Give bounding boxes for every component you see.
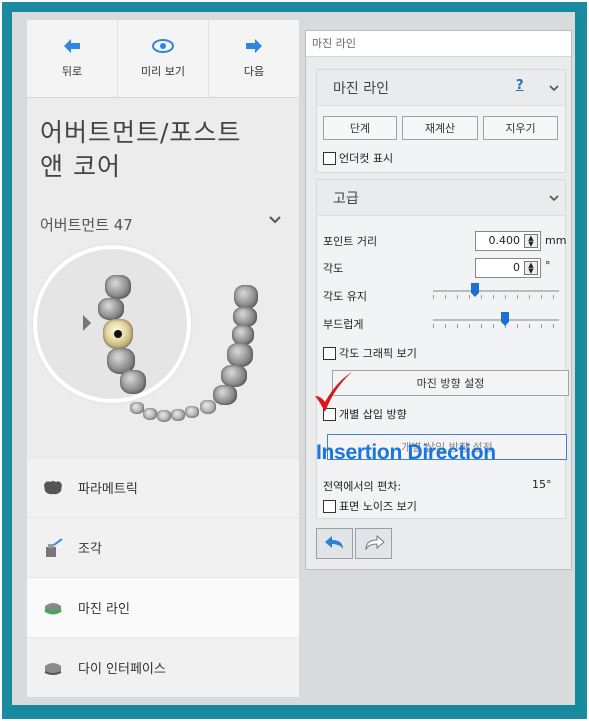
step-button[interactable]: 단계 xyxy=(323,116,397,140)
menu-item-die-interface[interactable]: 다이 인터페이스 xyxy=(27,637,299,697)
surface-noise-label: 표면 노이즈 보기 xyxy=(339,500,417,513)
menu-item-parametric[interactable]: 파라메트릭 xyxy=(27,457,299,517)
page-title-line1: 어버트먼트/포스트 xyxy=(40,118,242,147)
chevron-down-icon[interactable] xyxy=(269,215,281,225)
keep-angle-label: 각도 유지 xyxy=(323,290,367,303)
tooth[interactable] xyxy=(200,400,216,414)
point-distance-value: 0.400 xyxy=(488,234,521,247)
smooth-slider[interactable] xyxy=(433,312,559,330)
menu-item-label: 파라메트릭 xyxy=(78,482,138,497)
redo-button[interactable] xyxy=(355,528,392,559)
tooth[interactable] xyxy=(105,275,131,299)
chevron-down-icon[interactable] xyxy=(549,83,559,93)
point-distance-unit: mm xyxy=(545,234,567,247)
menu-item-label: 마진 라인 xyxy=(78,602,130,617)
selection-pointer-icon xyxy=(83,315,91,331)
tooth[interactable] xyxy=(143,408,157,420)
tooth-chart xyxy=(27,245,299,445)
margin-line-icon xyxy=(44,602,62,614)
undercut-label: 언더컷 표시 xyxy=(339,152,394,165)
margin-group-title: 마진 라인 xyxy=(333,80,389,97)
back-label: 뒤로 xyxy=(61,64,83,78)
arrow-right-icon xyxy=(246,38,262,53)
angle-label: 각도 xyxy=(323,262,344,275)
global-deviation-label: 전역에서의 편차: xyxy=(323,480,402,493)
menu-item-label: 다이 인터페이스 xyxy=(78,662,166,677)
next-label: 다음 xyxy=(243,64,265,78)
undo-redo-bar xyxy=(316,528,392,559)
page-title-line2: 앤 코어 xyxy=(40,152,121,181)
left-panel: 뒤로 미리 보기 다음 어버트먼트/포스트 앤 코어 어버트먼트 47 파라메트… xyxy=(27,20,299,697)
arrow-left-icon xyxy=(64,38,80,53)
chevron-down-icon[interactable] xyxy=(549,193,559,203)
slider-track xyxy=(433,319,559,321)
advanced-group-title: 고급 xyxy=(333,190,359,207)
spinner-icon[interactable]: ▲ ▼ xyxy=(524,234,538,248)
slider-track xyxy=(433,290,559,292)
menu-item-sculpt[interactable]: 조각 xyxy=(27,517,299,577)
clear-button[interactable]: 지우기 xyxy=(483,116,558,140)
redo-icon xyxy=(364,534,385,551)
nav-bar: 뒤로 미리 보기 다음 xyxy=(27,20,299,98)
advanced-group-header[interactable]: 고급 xyxy=(317,180,565,216)
page-title: 어버트먼트/포스트 앤 코어 xyxy=(40,116,290,184)
spinner-icon[interactable]: ▲ ▼ xyxy=(524,261,538,275)
red-checkmark-icon xyxy=(315,372,352,412)
tooth[interactable] xyxy=(157,410,171,422)
global-deviation-value: 15° xyxy=(532,478,552,491)
margin-line-dialog: 마진 라인 마진 라인 ? 단계 재계산 지우기 언더컷 표시 고급 포인트 거… xyxy=(305,30,572,570)
preview-button[interactable]: 미리 보기 xyxy=(118,20,209,97)
slider-ticks xyxy=(433,324,559,328)
undo-button[interactable] xyxy=(316,528,353,559)
sculpt-tool-icon xyxy=(46,537,63,557)
angle-value: 0 xyxy=(513,261,520,274)
tooth[interactable] xyxy=(130,402,144,414)
menu-item-margin-line[interactable]: 마진 라인 xyxy=(27,577,299,637)
slider-ticks xyxy=(433,295,559,299)
smooth-label: 부드럽게 xyxy=(323,318,364,331)
point-distance-input[interactable]: 0.400 ▲ ▼ xyxy=(475,231,541,251)
checkbox-box[interactable] xyxy=(323,346,336,360)
tooth[interactable] xyxy=(233,307,257,327)
menu-item-label: 조각 xyxy=(78,542,102,557)
undercut-checkbox[interactable]: 언더컷 표시 xyxy=(323,150,393,166)
angle-unit: ° xyxy=(545,259,551,272)
undo-icon xyxy=(324,535,343,549)
next-button[interactable]: 다음 xyxy=(209,20,299,97)
tooth[interactable] xyxy=(227,343,253,367)
dialog-title: 마진 라인 xyxy=(306,31,571,57)
eye-icon xyxy=(152,38,174,53)
checkbox-box[interactable] xyxy=(323,151,336,165)
tooth[interactable] xyxy=(171,409,185,421)
advanced-group: 고급 포인트 거리 0.400 ▲ ▼ mm 각도 0 ▲ ▼ ° 각도 유지 부드… xyxy=(316,179,569,519)
angle-graphic-label: 각도 그래픽 보기 xyxy=(339,347,417,360)
keep-angle-slider[interactable] xyxy=(433,283,559,301)
back-button[interactable]: 뒤로 xyxy=(27,20,118,97)
surface-noise-checkbox[interactable]: 표면 노이즈 보기 xyxy=(323,498,417,514)
margin-group-header[interactable]: 마진 라인 ? xyxy=(317,70,565,106)
tooth-crown-icon xyxy=(44,480,62,494)
die-interface-icon xyxy=(44,662,62,675)
abutment-section-label[interactable]: 어버트먼트 47 xyxy=(40,214,133,235)
preview-label: 미리 보기 xyxy=(141,64,185,78)
angle-input[interactable]: 0 ▲ ▼ xyxy=(475,258,541,278)
margin-line-group: 마진 라인 ? 단계 재계산 지우기 언더컷 표시 xyxy=(316,69,566,173)
tooth[interactable] xyxy=(234,285,258,309)
selected-tooth-dot xyxy=(114,330,122,338)
angle-graphic-checkbox[interactable]: 각도 그래픽 보기 xyxy=(323,345,417,361)
tooth[interactable] xyxy=(221,365,247,387)
tooth[interactable] xyxy=(98,298,124,320)
insertion-direction-annotation: Insertion Direction xyxy=(316,441,496,464)
tooth[interactable] xyxy=(185,406,199,418)
help-link[interactable]: ? xyxy=(516,78,524,93)
set-margin-direction-button[interactable]: 마진 방향 설정 xyxy=(332,370,569,396)
workflow-menu: 파라메트릭 조각 마진 라인 다이 인터페이스 xyxy=(27,457,299,697)
checkbox-box[interactable] xyxy=(323,499,336,513)
tooth[interactable] xyxy=(232,325,254,345)
recalculate-button[interactable]: 재계산 xyxy=(402,116,478,140)
tooth[interactable] xyxy=(213,385,237,405)
point-distance-label: 포인트 거리 xyxy=(323,235,378,248)
tooth[interactable] xyxy=(120,370,146,394)
